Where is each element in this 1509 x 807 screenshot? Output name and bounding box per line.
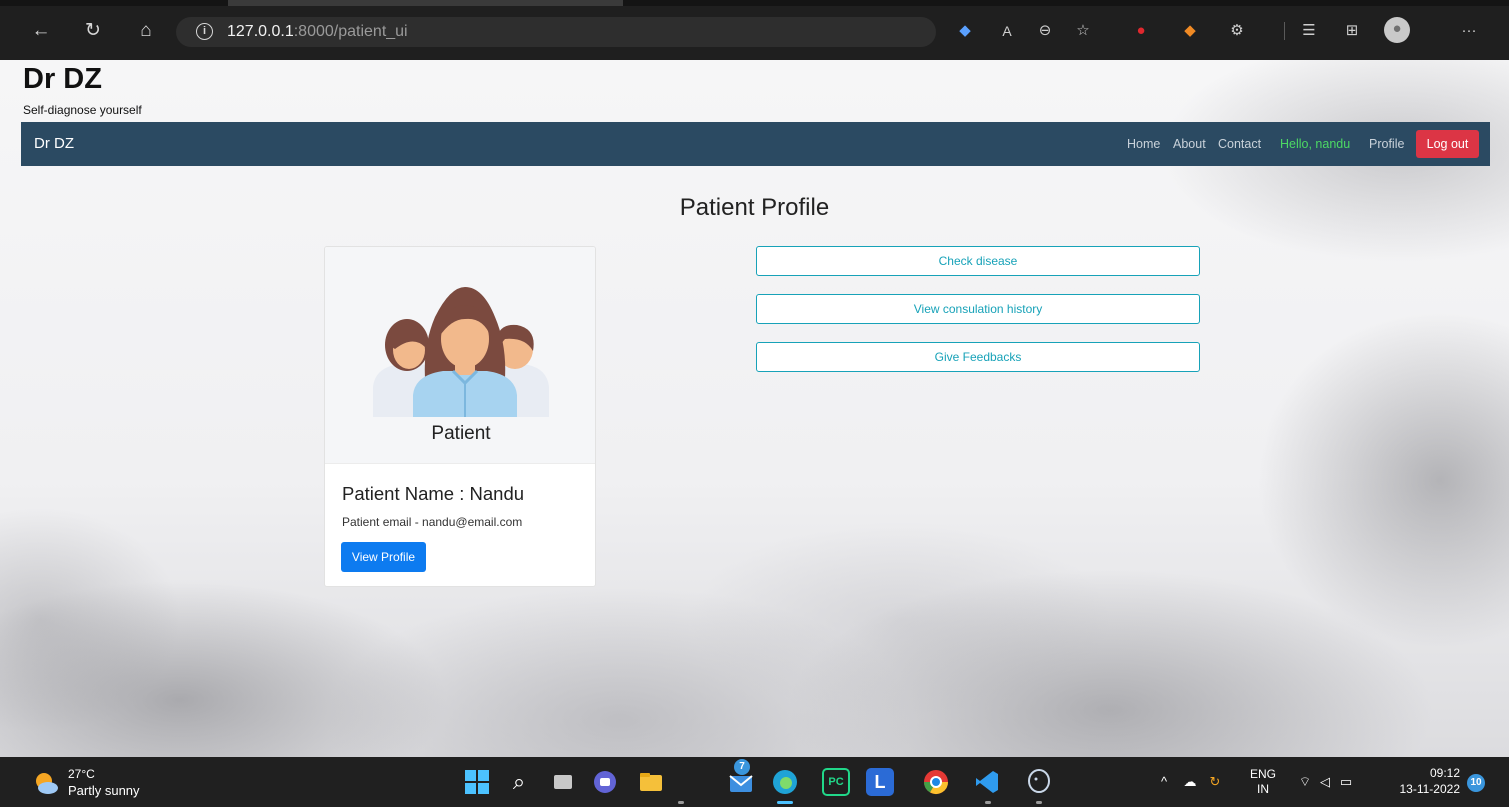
partly-sunny-icon[interactable] <box>33 770 59 796</box>
url-path: :8000/patient_ui <box>293 23 408 40</box>
region-label[interactable]: IN <box>1248 782 1278 797</box>
running-indicator <box>985 801 991 804</box>
home-icon[interactable]: ⌂ <box>133 18 159 44</box>
collections-icon[interactable]: ⊞ <box>1340 19 1364 43</box>
nav-home-link[interactable]: Home <box>1127 137 1160 152</box>
volume-icon[interactable]: ◁ <box>1316 773 1334 791</box>
nav-profile-link[interactable]: Profile <box>1369 137 1404 152</box>
running-indicator <box>678 801 684 804</box>
weather-temperature[interactable]: 27°C <box>68 767 95 782</box>
patient-image-label: Patient <box>431 423 491 444</box>
windows-start-icon[interactable] <box>463 768 491 796</box>
favorite-icon[interactable]: ☆ <box>1071 19 1095 43</box>
logout-button[interactable]: Log out <box>1416 130 1479 158</box>
favorites-list-icon[interactable]: ☰ <box>1297 19 1321 43</box>
adblock-extension-icon[interactable]: ● <box>1129 19 1153 43</box>
teams-chat-icon[interactable] <box>591 768 619 796</box>
chrome-icon[interactable] <box>922 768 950 796</box>
l-app-icon[interactable]: L <box>866 768 894 796</box>
patient-name: Patient Name : Nandu <box>342 483 525 504</box>
patient-email: Patient email - nandu@email.com <box>342 515 523 529</box>
vscode-icon[interactable] <box>973 768 1001 796</box>
refresh-icon[interactable]: ↻ <box>80 18 106 44</box>
extensions-icon[interactable]: ⚙ <box>1225 19 1249 43</box>
url-host: 127.0.0.1 <box>227 23 294 40</box>
nav-about-link[interactable]: About <box>1173 137 1206 152</box>
running-indicator <box>1036 801 1042 804</box>
tag-icon[interactable]: ◆ <box>953 19 977 43</box>
check-disease-button[interactable]: Check disease <box>756 246 1200 276</box>
url-text[interactable]: 127.0.0.1:8000/patient_ui <box>227 22 408 42</box>
browser-toolbar: ← ↻ ⌂ i 127.0.0.1:8000/patient_ui ◆ A ⊖ … <box>0 0 1509 60</box>
pycharm-icon[interactable]: PC <box>822 768 850 796</box>
language-label[interactable]: ENG <box>1248 767 1278 782</box>
info-icon[interactable]: i <box>196 23 213 40</box>
patient-card-image: Patient <box>325 247 595 464</box>
address-bar[interactable]: i 127.0.0.1:8000/patient_ui <box>176 17 936 47</box>
weather-description[interactable]: Partly sunny <box>68 783 140 799</box>
active-app-indicator <box>777 801 793 804</box>
consultation-history-button[interactable]: View consulation history <box>756 294 1200 324</box>
tab-strip <box>0 0 1509 6</box>
profile-avatar-icon[interactable]: ● <box>1384 17 1410 43</box>
page-title: Patient Profile <box>679 194 830 221</box>
wifi-icon[interactable]: ⌔ <box>1296 773 1314 791</box>
mail-badge: 7 <box>734 759 750 775</box>
battery-icon[interactable]: ▭ <box>1337 773 1355 791</box>
zoom-icon[interactable]: ⊖ <box>1033 19 1057 43</box>
site-tagline: Self-diagnose yourself <box>23 103 142 117</box>
navbar: Dr DZ Home About Contact Hello, nandu Pr… <box>21 122 1490 166</box>
search-icon[interactable]: ⌕ <box>505 768 533 796</box>
chevron-up-icon[interactable]: ^ <box>1155 773 1173 791</box>
metamask-extension-icon[interactable]: ◆ <box>1178 19 1202 43</box>
read-aloud-icon[interactable]: A <box>995 19 1019 43</box>
browser-tab[interactable] <box>228 0 623 6</box>
onedrive-cloud-icon[interactable]: ☁ <box>1181 773 1199 791</box>
site-title: Dr DZ <box>23 63 102 95</box>
view-profile-button[interactable]: View Profile <box>341 542 426 572</box>
nav-greeting: Hello, nandu <box>1280 137 1351 151</box>
clock-time[interactable]: 09:12 <box>1405 766 1460 781</box>
give-feedback-button[interactable]: Give Feedbacks <box>756 342 1200 372</box>
edge-browser-icon[interactable] <box>771 768 799 796</box>
notification-badge[interactable]: 10 <box>1467 774 1485 792</box>
clock-date[interactable]: 13-11-2022 <box>1389 782 1461 797</box>
postgresql-icon[interactable] <box>1025 768 1053 796</box>
more-icon[interactable]: ··· <box>1457 19 1481 43</box>
task-view-icon[interactable] <box>549 768 577 796</box>
taskbar: 27°C Partly sunny ⌕ 7 PC L ^ ☁ ↻ ENG IN … <box>0 757 1509 807</box>
nav-contact-link[interactable]: Contact <box>1218 137 1261 152</box>
page-content: Dr DZ Self-diagnose yourself Dr DZ Home … <box>0 60 1509 757</box>
back-icon[interactable]: ← <box>28 18 54 44</box>
file-explorer-icon[interactable] <box>637 768 665 796</box>
navbar-brand[interactable]: Dr DZ <box>34 135 74 153</box>
toolbar-divider <box>1284 22 1285 40</box>
patient-card: Patient Patient Name : Nandu Patient ema… <box>324 246 596 587</box>
sync-icon[interactable]: ↻ <box>1206 773 1224 791</box>
patients-illustration-icon <box>373 287 549 417</box>
